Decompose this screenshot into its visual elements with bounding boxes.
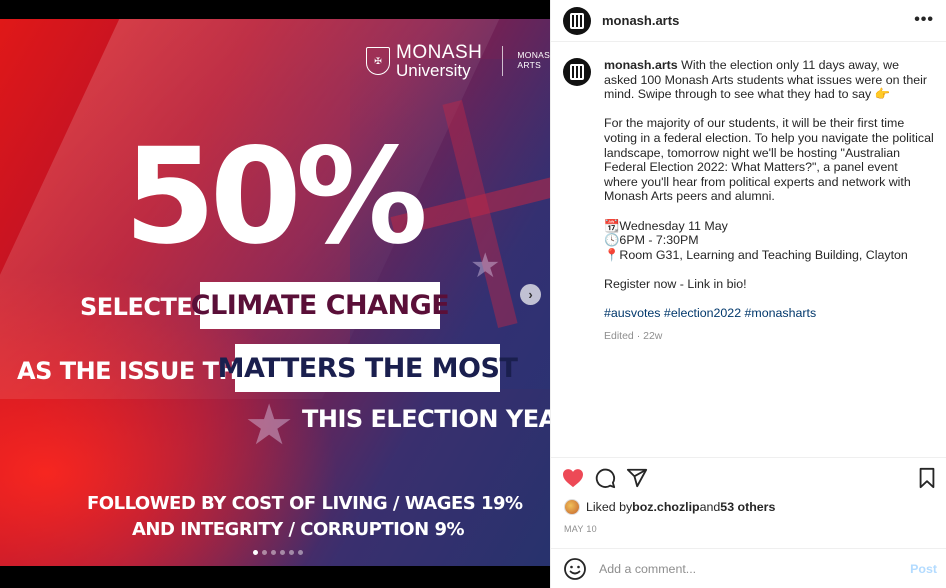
- comment-button[interactable]: [593, 466, 617, 490]
- send-icon: [626, 468, 648, 487]
- carousel-slide[interactable]: ★ ★ ✠ MONASH University MONASH ARTS 50% …: [0, 19, 550, 566]
- like-button[interactable]: [561, 466, 585, 490]
- next-slide-button[interactable]: ›: [520, 284, 541, 305]
- event-date: 📆Wednesday 11 May: [604, 218, 728, 233]
- big-stat: 50%: [124, 120, 428, 274]
- likes-summary: Liked by boz.chozlip and 53 others: [564, 499, 775, 515]
- logo-divider: [502, 46, 504, 76]
- caption: monash.arts With the election only 11 da…: [604, 58, 934, 456]
- carousel-dot: [298, 550, 303, 555]
- register-text: Register now - Link in bio!: [604, 276, 747, 291]
- carousel-dot: [280, 550, 285, 555]
- hashtags[interactable]: #ausvotes #election2022 #monasharts: [604, 306, 934, 321]
- account-username[interactable]: monash.arts: [602, 13, 679, 28]
- liked-by-prefix: Liked by: [586, 500, 633, 514]
- footer-line1: FOLLOWED BY COST OF LIVING / WAGES 19%: [87, 493, 523, 514]
- carousel-dot: [289, 550, 294, 555]
- post-date[interactable]: MAY 10: [564, 524, 597, 534]
- caption-area: monash.arts With the election only 11 da…: [551, 42, 946, 456]
- liker-avatar[interactable]: [564, 499, 580, 515]
- chevron-right-icon: ›: [528, 287, 533, 302]
- bookmark-icon: [919, 467, 935, 488]
- post-side-panel: monash.arts ••• monash.arts With the ele…: [550, 0, 946, 588]
- emoji-icon[interactable]: [563, 557, 587, 581]
- logo-line2: University: [396, 61, 471, 80]
- save-button[interactable]: [915, 466, 939, 490]
- account-avatar[interactable]: [563, 6, 591, 35]
- faculty-line2: ARTS: [517, 60, 542, 70]
- star-icon: ★: [244, 393, 295, 456]
- carousel-dot: [271, 550, 276, 555]
- line1-box: CLIMATE CHANGE: [191, 282, 450, 329]
- caption-username[interactable]: monash.arts: [604, 58, 678, 72]
- liked-by-others[interactable]: 53 others: [720, 500, 775, 514]
- carousel-dot: [262, 550, 267, 555]
- share-button[interactable]: [625, 466, 649, 490]
- caption-paragraph-2: For the majority of our students, it wil…: [604, 116, 934, 204]
- post-comment-button[interactable]: Post: [910, 562, 937, 576]
- footer-line2: AND INTEGRITY / CORRUPTION 9%: [132, 519, 465, 540]
- comment-input[interactable]: [599, 561, 889, 576]
- liked-by-user[interactable]: boz.chozlip: [632, 500, 699, 514]
- liked-by-and: and: [699, 500, 721, 514]
- carousel-dots: [253, 550, 303, 555]
- star-icon: ★: [470, 247, 501, 285]
- logo-line1: MONASH: [396, 42, 483, 63]
- event-location: 📍Room G31, Learning and Teaching Buildin…: [604, 247, 908, 262]
- more-options-icon[interactable]: •••: [914, 11, 934, 29]
- comment-icon: [595, 468, 616, 488]
- edited-meta: Edited · 22w: [604, 330, 663, 343]
- line3-text: THIS ELECTION YEAR: [302, 405, 550, 433]
- crest-icon: ✠: [366, 47, 390, 75]
- comment-bar: Post: [551, 548, 946, 588]
- line2-box: MATTERS THE MOST: [218, 344, 518, 392]
- carousel-dot: [253, 550, 258, 555]
- monash-university-logo: ✠ MONASH University MONASH ARTS: [366, 43, 550, 79]
- post-header: monash.arts •••: [551, 0, 946, 42]
- heart-icon: [563, 468, 583, 487]
- post-media[interactable]: ★ ★ ✠ MONASH University MONASH ARTS 50% …: [0, 0, 550, 588]
- event-time: 🕓6PM - 7:30PM: [604, 233, 699, 248]
- caption-avatar[interactable]: [563, 58, 591, 86]
- action-bar: [551, 457, 946, 497]
